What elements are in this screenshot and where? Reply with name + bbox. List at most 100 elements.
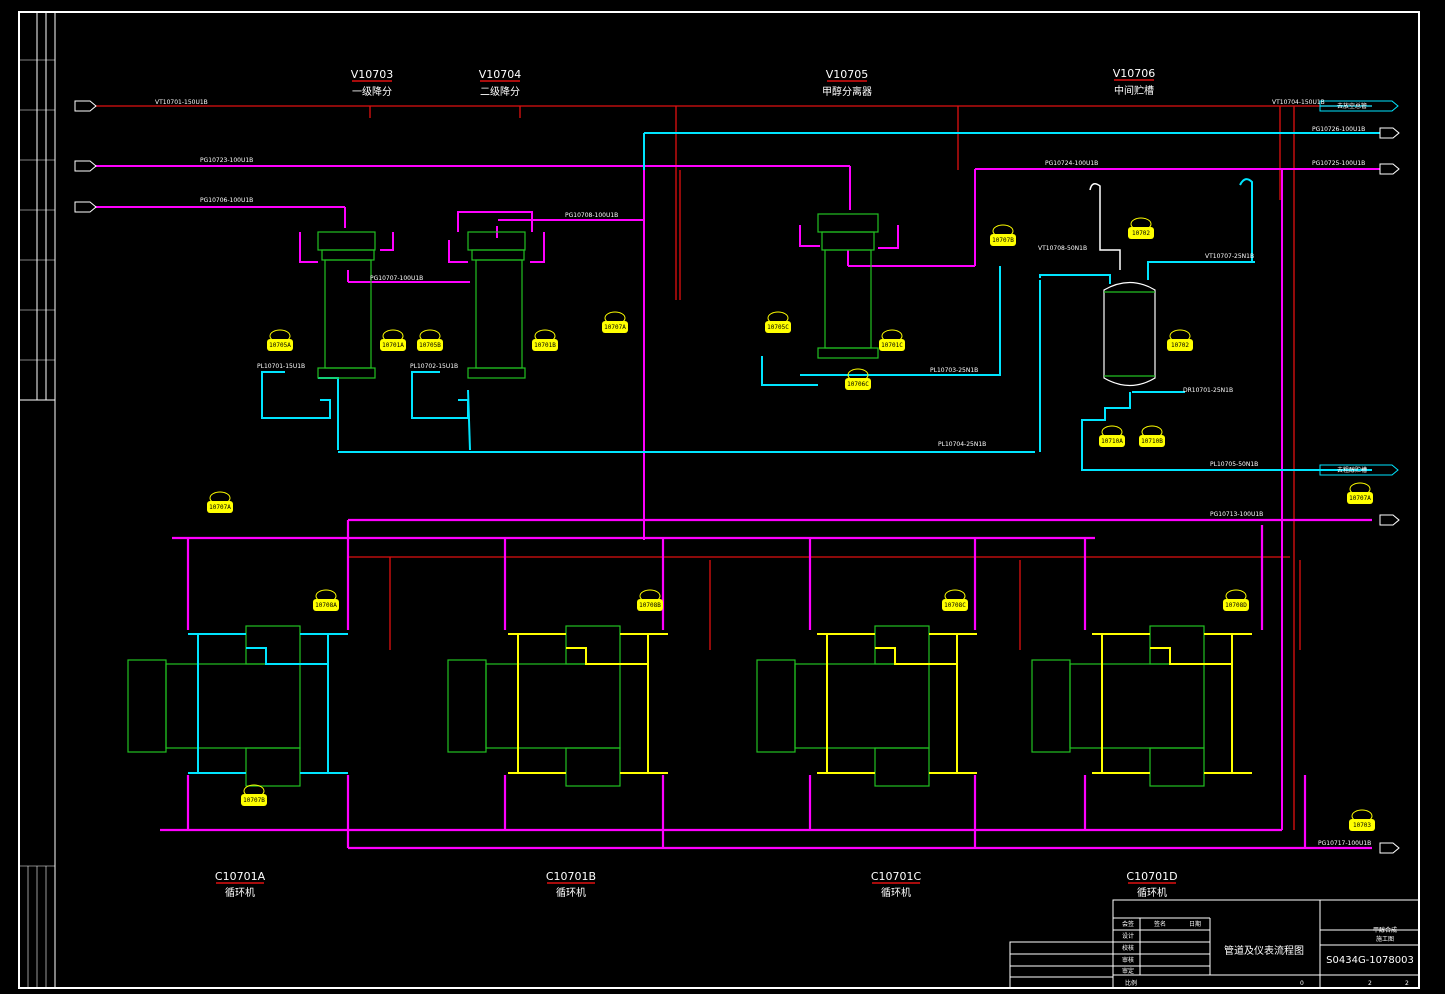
vessel-v10704 — [467, 231, 526, 379]
equip-name-c10701d: 循环机 — [1137, 886, 1167, 899]
equip-name-v10705: 甲醇分离器 — [822, 85, 872, 98]
instrument-tag: 10703 — [1353, 822, 1371, 829]
tb-header-0: 会签 — [1122, 920, 1134, 928]
instrument-tag: 10707A — [1349, 495, 1371, 502]
motor-body — [127, 659, 167, 753]
line-label-vt10704: VT10704-150U1B — [1272, 99, 1325, 106]
instrument-bubble: 10701B — [532, 329, 558, 351]
instrument-tag: 10705C — [767, 324, 789, 331]
instrument-tag: 10708B — [639, 602, 661, 609]
line-label-pg10706: PG10706-100U1B — [200, 197, 253, 204]
top-equipment-labels: V10703 一级降分 V10704 二级降分 V10705 甲醇分离器 V10… — [351, 67, 1156, 98]
tb-scale: 比例 — [1125, 979, 1137, 987]
instrument-tag: 10701B — [534, 342, 556, 349]
instrument-bubble: 10710A — [1099, 425, 1125, 447]
instrument-bubble: 10707A — [207, 491, 233, 513]
equip-tag-c10701c: C10701C — [871, 870, 922, 883]
bypass-pipe — [1150, 647, 1232, 665]
line-label-pg10723: PG10723-100U1B — [200, 157, 253, 164]
pid-diagram: 去放空总管 去粗醇贮槽 管道及仪表流程图 甲醇合成 施工图 S0434G-107… — [18, 11, 1420, 989]
dest-storage: 去粗醇贮槽 — [1337, 466, 1367, 474]
drawing-number: S0434G-1078003 — [1326, 955, 1414, 966]
tb-header-2: 签名 — [1154, 920, 1166, 928]
line-label-pl10701: PL10701-15U1B — [257, 363, 305, 370]
equip-name-v10704: 二级降分 — [480, 85, 520, 98]
vessel-v10706 — [1103, 281, 1156, 387]
compressor-unit — [1031, 625, 1252, 787]
instrument-tag: 10706C — [847, 381, 869, 388]
compressor-unit — [756, 625, 977, 787]
equip-tag-v10706: V10706 — [1113, 67, 1156, 80]
title-block — [1009, 899, 1420, 989]
compressor-body — [165, 663, 301, 749]
instrument-bubble: 10705C — [765, 311, 791, 333]
motor-body — [756, 659, 796, 753]
instrument-tag: 10707B — [243, 797, 265, 804]
tb-sheet: 2 — [1368, 980, 1372, 987]
instrument-bubble: 10706C — [845, 368, 871, 390]
instrument-tag: 10702 — [1132, 230, 1150, 237]
instrument-bubble: 10708B — [637, 589, 663, 611]
compressor-body — [794, 663, 930, 749]
tb-row-3: 审定 — [1122, 967, 1134, 975]
line-label-pg10724: PG10724-100U1B — [1045, 160, 1098, 167]
instrument-tag: 10708A — [315, 602, 337, 609]
cylinder-bottom — [245, 747, 301, 787]
equip-tag-v10704: V10704 — [479, 68, 522, 81]
bypass-pipe — [566, 647, 648, 665]
line-label-pl10702: PL10702-15U1B — [410, 363, 458, 370]
equip-tag-v10703: V10703 — [351, 68, 394, 81]
line-label-vt10701: VT10701-150U1B — [155, 99, 208, 106]
instrument-tag: 10707B — [992, 237, 1014, 244]
instrument-bubbles: 10705A 10705B 10701A 10701B 10707A 10705C 1070… — [207, 217, 1375, 831]
instrument-bubble: 10707B — [990, 224, 1016, 246]
instrument-tag: 10710A — [1101, 438, 1123, 445]
instrument-bubble: 10702 — [1128, 217, 1154, 239]
instrument-bubble: 10705A — [267, 329, 293, 351]
tb-header-3: 日期 — [1189, 920, 1201, 928]
tb-version: 0 — [1300, 980, 1304, 987]
cylinder-top — [245, 625, 301, 665]
instrument-bubble: 10707A — [1347, 482, 1373, 504]
line-label-pl10705: PL10705-50N1B — [1210, 461, 1258, 468]
project-name: 甲醇合成 — [1373, 926, 1397, 934]
instrument-bubble: 10710B — [1139, 425, 1165, 447]
instrument-tag: 10705A — [269, 342, 291, 349]
inner-frame — [54, 11, 1420, 989]
line-label-pg10717: PG10717-100U1B — [1318, 840, 1371, 847]
vessel-v10703 — [317, 231, 376, 379]
bypass-pipe — [875, 647, 957, 665]
equip-tag-c10701a: C10701A — [215, 870, 266, 883]
tb-total: 2 — [1405, 980, 1409, 987]
instrument-bubble: 10701C — [879, 329, 905, 351]
bypass-pipe — [246, 647, 328, 665]
compressor-body — [485, 663, 621, 749]
line-label-pg10713: PG10713-100U1B — [1210, 511, 1263, 518]
instrument-bubble: 10702 — [1167, 329, 1193, 351]
bottom-equipment-labels: C10701A 循环机 C10701B 循环机 C10701C 循环机 C107… — [215, 870, 1178, 899]
cylinder-top — [874, 625, 930, 665]
tb-row-1: 校核 — [1122, 944, 1134, 952]
instrument-tag: 10707A — [209, 504, 231, 511]
cylinder-bottom — [565, 747, 621, 787]
cylinder-bottom — [874, 747, 930, 787]
equip-name-v10706: 中间贮槽 — [1114, 84, 1154, 97]
line-label-pg10725: PG10725-100U1B — [1312, 160, 1365, 167]
equip-name-c10701c: 循环机 — [881, 886, 911, 899]
line-label-vt10707: VT10707-25N1B — [1205, 253, 1254, 260]
instrument-bubble: 10707B — [241, 784, 267, 806]
line-label-pg10726: PG10726-100U1B — [1312, 126, 1365, 133]
instrument-bubble: 10707A — [602, 311, 628, 333]
instrument-bubble: 10705B — [417, 329, 443, 351]
instrument-bubble: 10701A — [380, 329, 406, 351]
instrument-tag: 10701A — [382, 342, 404, 349]
cylinder-top — [1149, 625, 1205, 665]
line-labels: VT10701-150U1B VT10704-150U1B PG10723-10… — [155, 99, 1371, 847]
compressor-unit — [447, 625, 668, 787]
instrument-tag: 10701C — [881, 342, 903, 349]
drawing-title: 管道及仪表流程图 — [1224, 944, 1304, 957]
line-label-pl10703: PL10703-25N1B — [930, 367, 978, 374]
line-label-dr10701: DR10701-25N1B — [1183, 387, 1233, 394]
instrument-tag: 10710B — [1141, 438, 1163, 445]
instrument-tag: 10707A — [604, 324, 626, 331]
